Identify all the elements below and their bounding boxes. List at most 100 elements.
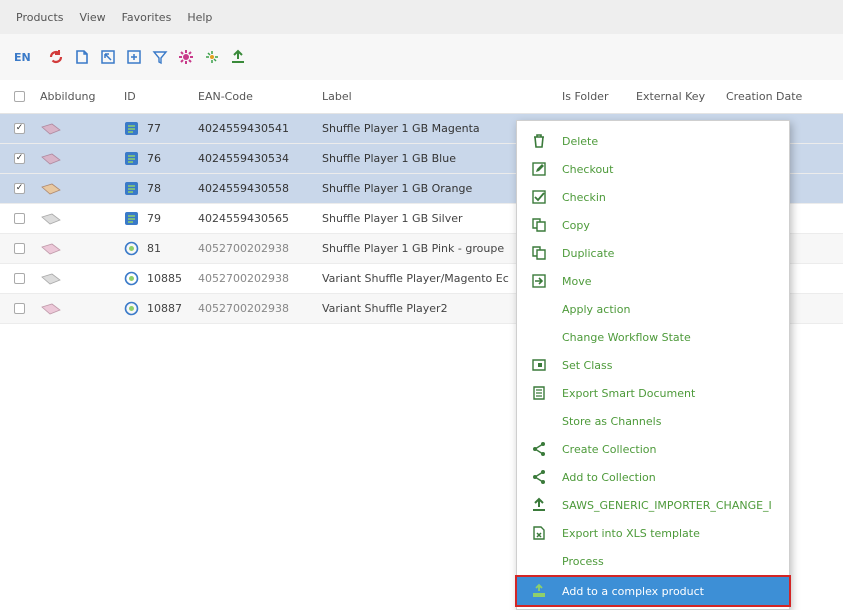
row-checkbox[interactable] — [14, 303, 25, 314]
row-ean: 4024559430541 — [198, 122, 289, 135]
product-thumbnail-icon — [41, 183, 61, 194]
menu-products[interactable]: Products — [16, 11, 64, 24]
workflow-icon[interactable] — [201, 46, 223, 68]
menu-item-export-smart-document[interactable]: Export Smart Document — [517, 379, 789, 407]
row-id: 78 — [147, 182, 161, 195]
xls-export-icon — [529, 523, 549, 543]
row-ean: 4052700202938 — [198, 302, 289, 315]
object-icon — [124, 121, 139, 136]
row-ean: 4052700202938 — [198, 272, 289, 285]
menu-item-label: Delete — [562, 134, 599, 148]
menu-view[interactable]: View — [80, 11, 106, 24]
menu-item-label: Export Smart Document — [562, 386, 696, 400]
menu-item-create-collection[interactable]: Create Collection — [517, 435, 789, 463]
menu-help[interactable]: Help — [187, 11, 212, 24]
refresh-icon[interactable] — [45, 46, 67, 68]
share-icon — [529, 439, 549, 459]
menu-item-label: Add to Collection — [562, 470, 656, 484]
variant-icon — [124, 241, 139, 256]
menu-item-process[interactable]: Process — [517, 547, 789, 575]
menu-item-label: Move — [562, 274, 592, 288]
edit-icon — [529, 159, 549, 179]
row-ean: 4024559430565 — [198, 212, 289, 225]
menu-item-label: Add to a complex product — [562, 584, 704, 598]
menu-item-store-as-channels[interactable]: Store as Channels — [517, 407, 789, 435]
row-checkbox[interactable] — [14, 213, 25, 224]
object-icon — [124, 211, 139, 226]
upload-icon — [529, 495, 549, 515]
menu-item-add-to-collection[interactable]: Add to Collection — [517, 463, 789, 491]
product-thumbnail-icon — [41, 303, 61, 314]
menu-item-label: Duplicate — [562, 246, 615, 260]
menu-item-set-class[interactable]: Set Class — [517, 351, 789, 379]
column-header-label[interactable]: Label — [322, 90, 562, 103]
row-checkbox[interactable]: ✓ — [14, 153, 25, 164]
menubar: Products View Favorites Help — [0, 0, 843, 34]
menu-item-add-to-complex-product[interactable]: Add to a complex product — [515, 575, 791, 607]
variant-icon — [124, 271, 139, 286]
object-icon — [124, 181, 139, 196]
add-folder-icon[interactable] — [123, 46, 145, 68]
menu-item-move[interactable]: Move — [517, 267, 789, 295]
row-ean: 4024559430534 — [198, 152, 289, 165]
menu-favorites[interactable]: Favorites — [122, 11, 172, 24]
row-id: 10887 — [147, 302, 182, 315]
menu-item-label: Checkin — [562, 190, 606, 204]
menu-item-delete[interactable]: Delete — [517, 127, 789, 155]
column-header-id[interactable]: ID — [124, 90, 198, 103]
set-class-icon — [529, 355, 549, 375]
menu-item-label: Apply action — [562, 302, 631, 316]
menu-item-copy[interactable]: Copy — [517, 211, 789, 239]
menu-item-saws-generic-importer[interactable]: SAWS_GENERIC_IMPORTER_CHANGE_I — [517, 491, 789, 519]
column-header-creation-date[interactable]: Creation Date — [726, 90, 843, 103]
product-thumbnail-icon — [41, 243, 61, 254]
row-id: 76 — [147, 152, 161, 165]
column-header-ean[interactable]: EAN-Code — [198, 90, 322, 103]
menu-item-label: Export into XLS template — [562, 526, 700, 540]
menu-item-label: SAWS_GENERIC_IMPORTER_CHANGE_I — [562, 498, 772, 512]
variant-icon — [124, 301, 139, 316]
column-header-external-key[interactable]: External Key — [636, 90, 726, 103]
row-checkbox[interactable] — [14, 273, 25, 284]
row-ean: 4024559430558 — [198, 182, 289, 195]
column-header-is-folder[interactable]: Is Folder — [562, 90, 636, 103]
menu-item-apply-action[interactable]: Apply action — [517, 295, 789, 323]
new-document-icon[interactable] — [71, 46, 93, 68]
menu-item-label: Copy — [562, 218, 590, 232]
menu-item-checkout[interactable]: Checkout — [517, 155, 789, 183]
menu-item-checkin[interactable]: Checkin — [517, 183, 789, 211]
duplicate-icon — [529, 243, 549, 263]
language-switch[interactable]: EN — [14, 51, 31, 64]
row-checkbox[interactable]: ✓ — [14, 183, 25, 194]
menu-item-label: Process — [562, 554, 604, 568]
product-thumbnail-icon — [41, 153, 61, 164]
column-header-abbildung[interactable]: Abbildung — [40, 90, 124, 103]
grid-header: Abbildung ID EAN-Code Label Is Folder Ex… — [0, 80, 843, 114]
object-icon — [124, 151, 139, 166]
product-thumbnail-icon — [41, 273, 61, 284]
select-all-checkbox[interactable] — [14, 91, 25, 102]
upload-icon[interactable] — [227, 46, 249, 68]
filter-icon[interactable] — [149, 46, 171, 68]
row-id: 77 — [147, 122, 161, 135]
row-checkbox[interactable] — [14, 243, 25, 254]
row-id: 81 — [147, 242, 161, 255]
context-menu: Delete Checkout Checkin Copy Duplicate M… — [515, 120, 791, 610]
row-checkbox[interactable]: ✓ — [14, 123, 25, 134]
row-ean: 4052700202938 — [198, 242, 289, 255]
menu-item-duplicate[interactable]: Duplicate — [517, 239, 789, 267]
menu-item-label: Store as Channels — [562, 414, 662, 428]
row-id: 10885 — [147, 272, 182, 285]
checkin-icon — [529, 187, 549, 207]
back-arrow-icon[interactable] — [97, 46, 119, 68]
product-thumbnail-icon — [41, 123, 61, 134]
settings-gear-icon[interactable] — [175, 46, 197, 68]
menu-item-label: Set Class — [562, 358, 613, 372]
menu-item-label: Create Collection — [562, 442, 657, 456]
menu-item-export-xls-template[interactable]: Export into XLS template — [517, 519, 789, 547]
trash-icon — [529, 131, 549, 151]
menu-item-label: Change Workflow State — [562, 330, 691, 344]
move-icon — [529, 271, 549, 291]
complex-product-icon — [529, 581, 549, 601]
menu-item-change-workflow-state[interactable]: Change Workflow State — [517, 323, 789, 351]
